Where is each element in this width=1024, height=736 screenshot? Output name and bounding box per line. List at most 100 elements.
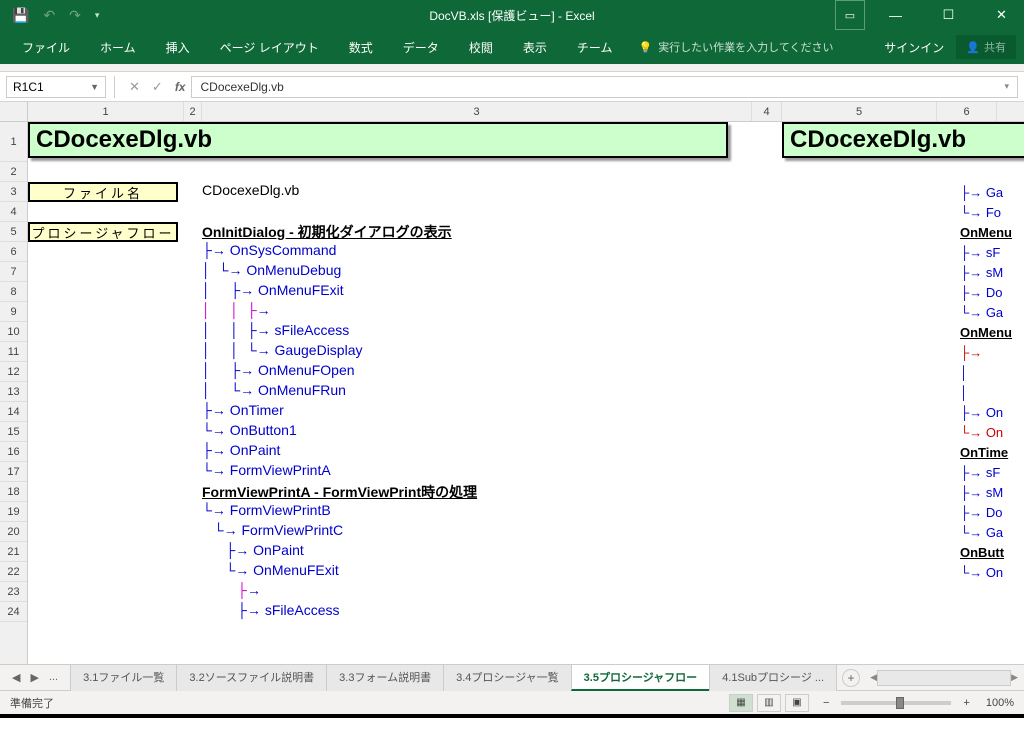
- row-header[interactable]: 2: [0, 162, 27, 182]
- flow-line: │ │ ├→ sFileAccess: [202, 322, 752, 342]
- sheet-tab[interactable]: 3.3フォーム説明書: [326, 664, 444, 691]
- select-all-corner[interactable]: [0, 102, 28, 121]
- row-header[interactable]: 16: [0, 442, 27, 462]
- flow-line: FormViewPrintA - FormViewPrint時の処理: [202, 482, 752, 502]
- row-header[interactable]: 18: [0, 482, 27, 502]
- flow-line-right: └→ On: [960, 422, 1003, 442]
- fx-icon[interactable]: fx: [169, 80, 192, 94]
- undo-icon[interactable]: ↶: [43, 7, 55, 24]
- tab-file[interactable]: ファイル: [8, 31, 84, 64]
- close-button[interactable]: ✕: [979, 0, 1024, 30]
- sheet-tab[interactable]: 3.1ファイル一覧: [70, 664, 177, 691]
- zoom-in-button[interactable]: +: [963, 697, 969, 709]
- row-header[interactable]: 15: [0, 422, 27, 442]
- scroll-right-icon[interactable]: ▶: [1011, 672, 1018, 683]
- column-header[interactable]: 4: [752, 102, 782, 121]
- sheet-nav-next[interactable]: ▶: [26, 669, 42, 686]
- cells-area[interactable]: CDocexeDlg.vb CDocexeDlg.vb ファイル名 CDocex…: [28, 122, 1024, 664]
- horizontal-scrollbar[interactable]: ◀ ▶: [870, 670, 1024, 686]
- row-header[interactable]: 8: [0, 282, 27, 302]
- flow-line: │ ├→ OnMenuFOpen: [202, 362, 752, 382]
- tab-review[interactable]: 校閲: [455, 31, 507, 64]
- tab-home[interactable]: ホーム: [86, 31, 150, 64]
- column-header[interactable]: 6: [937, 102, 997, 121]
- row-header[interactable]: 22: [0, 562, 27, 582]
- ribbon-options-icon[interactable]: ▭: [835, 0, 865, 30]
- page-break-view-button[interactable]: ▣: [785, 694, 809, 712]
- maximize-button[interactable]: ☐: [926, 0, 971, 30]
- tab-insert[interactable]: 挿入: [152, 31, 204, 64]
- flow-line: ├→: [202, 582, 752, 602]
- row-headers: 1 23456789101112131415161718192021222324: [0, 122, 28, 664]
- row-header[interactable]: 13: [0, 382, 27, 402]
- row-header[interactable]: 4: [0, 202, 27, 222]
- spreadsheet-grid[interactable]: 1 23456789101112131415161718192021222324…: [0, 122, 1024, 664]
- zoom-level[interactable]: 100%: [986, 697, 1014, 709]
- flow-line: OnInitDialog - 初期化ダイアログの表示: [202, 222, 752, 242]
- sheet-title-cell[interactable]: CDocexeDlg.vb: [28, 122, 728, 158]
- tab-data[interactable]: データ: [389, 31, 453, 64]
- tab-formulas[interactable]: 数式: [335, 31, 387, 64]
- row-header[interactable]: 11: [0, 342, 27, 362]
- sheet-nav-more[interactable]: ...: [45, 669, 62, 686]
- row-header[interactable]: 20: [0, 522, 27, 542]
- flow-line-right: ├→ sM: [960, 482, 1003, 502]
- scrollbar-track[interactable]: [877, 670, 1011, 686]
- sheet-tab[interactable]: 3.2ソースファイル説明書: [176, 664, 327, 691]
- signin-link[interactable]: サインイン: [884, 39, 944, 56]
- row-header[interactable]: 14: [0, 402, 27, 422]
- sheet-tab[interactable]: 3.4プロシージャ一覧: [443, 664, 572, 691]
- zoom-out-button[interactable]: −: [823, 697, 829, 709]
- formula-expand-icon[interactable]: ▾: [1004, 81, 1009, 92]
- row-header[interactable]: 23: [0, 582, 27, 602]
- zoom-thumb[interactable]: [896, 697, 904, 709]
- row-header[interactable]: 3: [0, 182, 27, 202]
- row-header[interactable]: 21: [0, 542, 27, 562]
- formula-input[interactable]: CDocexeDlg.vb ▾: [191, 76, 1018, 98]
- column-header[interactable]: 5: [782, 102, 937, 121]
- normal-view-button[interactable]: ▦: [729, 694, 753, 712]
- row-header[interactable]: 9: [0, 302, 27, 322]
- tab-team[interactable]: チーム: [563, 31, 627, 64]
- cancel-formula-icon[interactable]: ✕: [123, 79, 146, 95]
- row-header[interactable]: 12: [0, 362, 27, 382]
- window-title: DocVB.xls [保護ビュー] - Excel: [429, 7, 594, 24]
- name-box-dropdown-icon[interactable]: ▼: [90, 82, 99, 92]
- row-header[interactable]: 5: [0, 222, 27, 242]
- row-header[interactable]: 6: [0, 242, 27, 262]
- row-header[interactable]: 1: [0, 122, 27, 162]
- flow-line-right: ├→ Ga: [960, 182, 1003, 202]
- column-header[interactable]: 3: [202, 102, 752, 121]
- row-header[interactable]: 10: [0, 322, 27, 342]
- flow-line-right: │: [960, 382, 968, 402]
- column-header[interactable]: 2: [184, 102, 202, 121]
- page-layout-view-button[interactable]: ▥: [757, 694, 781, 712]
- sheet-tab[interactable]: 3.5プロシージャフロー: [571, 664, 711, 691]
- add-sheet-button[interactable]: +: [842, 669, 860, 687]
- sheet-nav-prev[interactable]: ◀: [8, 669, 24, 686]
- row-header[interactable]: 17: [0, 462, 27, 482]
- scroll-left-icon[interactable]: ◀: [870, 672, 877, 683]
- save-icon[interactable]: 💾: [12, 7, 29, 24]
- flow-line-right: OnMenu: [960, 322, 1012, 342]
- column-header[interactable]: 1: [28, 102, 184, 121]
- zoom-slider[interactable]: [841, 701, 951, 705]
- minimize-button[interactable]: —: [873, 0, 918, 30]
- share-button[interactable]: 👤 共有: [956, 35, 1016, 59]
- enter-formula-icon[interactable]: ✓: [146, 79, 169, 95]
- name-box[interactable]: R1C1 ▼: [6, 76, 106, 98]
- row-header[interactable]: 19: [0, 502, 27, 522]
- row-header[interactable]: 7: [0, 262, 27, 282]
- tab-view[interactable]: 表示: [509, 31, 561, 64]
- qat-dropdown-icon[interactable]: ▾: [95, 10, 100, 21]
- flow-line-right: └→ On: [960, 562, 1003, 582]
- sheet-title-cell-right[interactable]: CDocexeDlg.vb: [782, 122, 1024, 158]
- sheet-tab[interactable]: 4.1Subプロシージ ...: [709, 664, 837, 691]
- tell-me-search[interactable]: 💡 実行したい作業を入力してください: [638, 39, 833, 55]
- quick-access-toolbar: 💾 ↶ ↷ ▾: [0, 7, 99, 24]
- redo-icon[interactable]: ↷: [69, 7, 81, 24]
- tab-pagelayout[interactable]: ページ レイアウト: [206, 31, 333, 64]
- formula-bar: R1C1 ▼ ✕ ✓ fx CDocexeDlg.vb ▾: [0, 72, 1024, 102]
- row-header[interactable]: 24: [0, 602, 27, 622]
- flow-line: │ └→ OnMenuFRun: [202, 382, 752, 402]
